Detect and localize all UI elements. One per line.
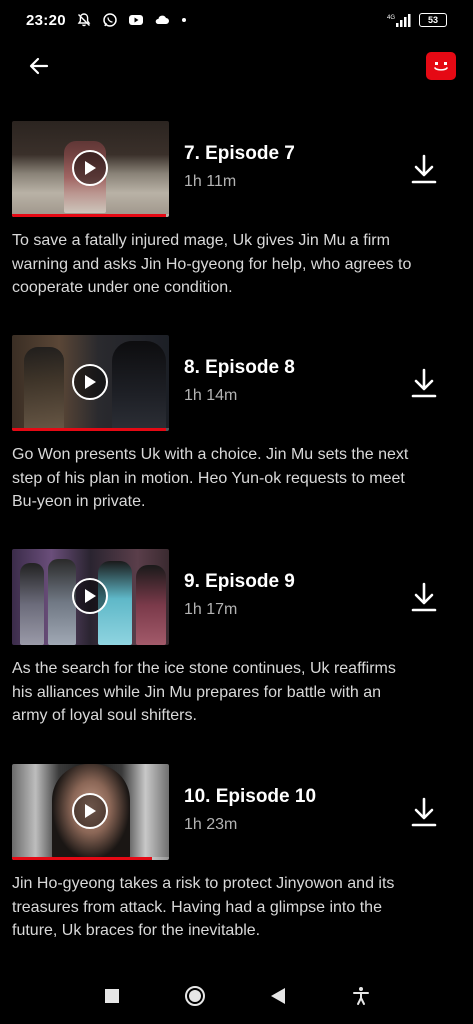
clock: 23:20	[26, 11, 66, 29]
back-triangle-icon	[271, 988, 286, 1004]
download-button[interactable]	[408, 796, 440, 828]
whatsapp-icon	[103, 13, 117, 27]
accessibility-icon	[353, 987, 370, 1005]
episode-title: 8. Episode 8	[184, 357, 295, 378]
thumbnail-figure	[48, 559, 76, 645]
thumbnail-figure	[20, 563, 44, 645]
play-button[interactable]	[72, 578, 108, 614]
play-button[interactable]	[72, 364, 108, 400]
episode-thumbnail[interactable]	[12, 549, 169, 645]
episode-description: To save a fatally injured mage, Uk gives…	[12, 232, 412, 296]
download-icon	[411, 154, 437, 184]
episode-title: 7. Episode 7	[184, 143, 295, 164]
home-circle-icon	[184, 986, 205, 1006]
play-button[interactable]	[72, 150, 108, 186]
signal-icon: 4G	[387, 14, 411, 27]
recents-button[interactable]	[97, 981, 127, 1011]
play-button[interactable]	[72, 793, 108, 829]
system-nav-bar	[0, 968, 473, 1024]
download-button[interactable]	[408, 153, 440, 185]
profile-avatar[interactable]	[426, 52, 456, 80]
progress-track	[12, 428, 169, 431]
download-icon	[411, 368, 437, 398]
status-bar: 23:20 4G 53	[0, 0, 473, 40]
download-button[interactable]	[408, 581, 440, 613]
home-button[interactable]	[180, 981, 210, 1011]
download-button[interactable]	[408, 367, 440, 399]
dot-icon	[181, 18, 186, 22]
play-icon	[85, 589, 96, 603]
play-icon	[85, 804, 96, 818]
episode-thumbnail[interactable]	[12, 121, 169, 217]
cloud-icon	[155, 15, 169, 24]
episode-thumbnail[interactable]	[12, 335, 169, 431]
progress-fill	[12, 428, 166, 431]
status-right: 4G 53	[387, 12, 447, 28]
thumbnail-figure	[136, 565, 166, 645]
thumbnail-figure	[112, 341, 166, 431]
download-icon	[411, 582, 437, 612]
episode-description: Jin Ho-gyeong takes a risk to protect Ji…	[12, 875, 395, 939]
progress-track	[12, 857, 169, 860]
episode-description: As the search for the ice stone continue…	[12, 660, 396, 724]
episode-thumbnail[interactable]	[12, 764, 169, 860]
episode-description: Go Won presents Uk with a choice. Jin Mu…	[12, 446, 409, 510]
mute-bell-icon	[77, 13, 91, 27]
recents-square-icon	[104, 989, 119, 1003]
youtube-icon	[128, 15, 143, 25]
arrow-left-icon	[29, 57, 49, 75]
episode-duration: 1h 11m	[184, 173, 237, 190]
accessibility-button[interactable]	[346, 981, 376, 1011]
network-type: 4G	[387, 15, 395, 21]
play-icon	[85, 161, 96, 175]
battery-indicator: 53	[419, 13, 447, 27]
play-icon	[85, 375, 96, 389]
download-icon	[411, 797, 437, 827]
top-bar	[0, 40, 473, 94]
episode-title: 10. Episode 10	[184, 786, 317, 807]
episode-title: 9. Episode 9	[184, 571, 295, 592]
back-button[interactable]	[24, 52, 54, 80]
smiley-profile-icon	[434, 62, 448, 71]
episode-duration: 1h 23m	[184, 816, 238, 833]
episode-duration: 1h 17m	[184, 601, 238, 618]
system-back-button[interactable]	[263, 981, 293, 1011]
status-left: 23:20	[26, 12, 188, 29]
progress-fill	[12, 857, 152, 860]
progress-fill	[12, 214, 166, 217]
episode-duration: 1h 14m	[184, 387, 238, 404]
progress-track	[12, 214, 169, 217]
thumbnail-figure	[24, 347, 64, 431]
